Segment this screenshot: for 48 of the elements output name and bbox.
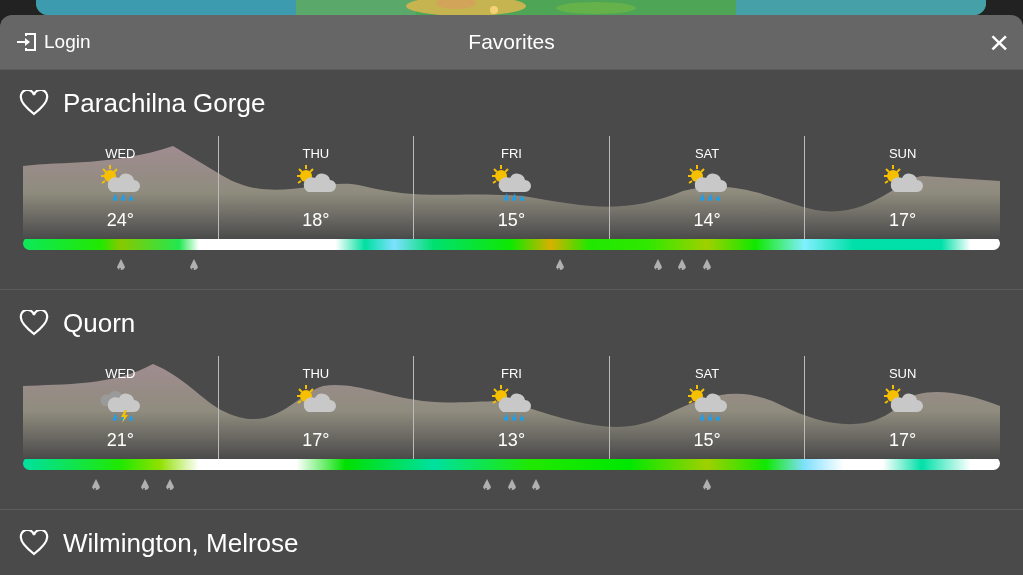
raindrop-icon	[530, 479, 541, 493]
sun-rain-icon	[98, 162, 143, 204]
temperature: 13°	[497, 429, 526, 452]
login-button[interactable]: Login	[14, 23, 93, 61]
location-name[interactable]: Wilmington, Melrose	[63, 523, 299, 563]
temperature: 15°	[693, 429, 721, 452]
login-icon	[16, 32, 38, 52]
day-label: SUN	[888, 365, 917, 382]
location-name[interactable]: Parachilna Gorge	[63, 83, 266, 123]
raindrop-icon	[482, 479, 493, 493]
sun-rain-icon	[685, 382, 730, 424]
raindrop-icon	[701, 479, 712, 493]
temperature: 24°	[106, 209, 134, 232]
sun-rain-icon	[489, 162, 534, 204]
temperature: 21°	[106, 429, 134, 452]
day-label: SAT	[694, 365, 720, 382]
day-label: THU	[302, 365, 330, 382]
raindrop-icon	[506, 479, 517, 493]
day-label: FRI	[501, 365, 522, 382]
day-label: WED	[105, 365, 136, 382]
day-label: SAT	[694, 145, 720, 162]
header-title: Favorites	[468, 29, 555, 56]
heart-icon[interactable]	[19, 310, 49, 336]
temperature: 17°	[302, 429, 330, 452]
raindrop-icon	[164, 479, 175, 493]
temperature: 17°	[889, 429, 917, 452]
close-button[interactable]: ×	[987, 25, 1011, 59]
temperature: 14°	[693, 209, 721, 232]
temperature: 15°	[497, 209, 526, 232]
location-name[interactable]: Quorn	[63, 303, 136, 343]
sun-rain-icon	[685, 162, 730, 204]
raindrop-icon	[115, 259, 126, 273]
raindrop-icon	[701, 259, 712, 273]
temperature: 17°	[889, 209, 917, 232]
raindrop-icon	[140, 479, 151, 493]
raindrop-icon	[555, 259, 566, 273]
day-label: WED	[105, 145, 136, 162]
raindrop-icon	[188, 259, 199, 273]
raindrop-icon	[91, 479, 102, 493]
heart-icon[interactable]	[19, 530, 49, 556]
day-label: SUN	[888, 145, 917, 162]
raindrop-icon	[653, 259, 664, 273]
temperature: 18°	[302, 209, 330, 232]
raindrop-icon	[677, 259, 688, 273]
heart-icon[interactable]	[19, 90, 49, 116]
day-label: FRI	[501, 145, 522, 162]
sun-rain-icon	[489, 382, 534, 424]
day-label: THU	[302, 145, 330, 162]
